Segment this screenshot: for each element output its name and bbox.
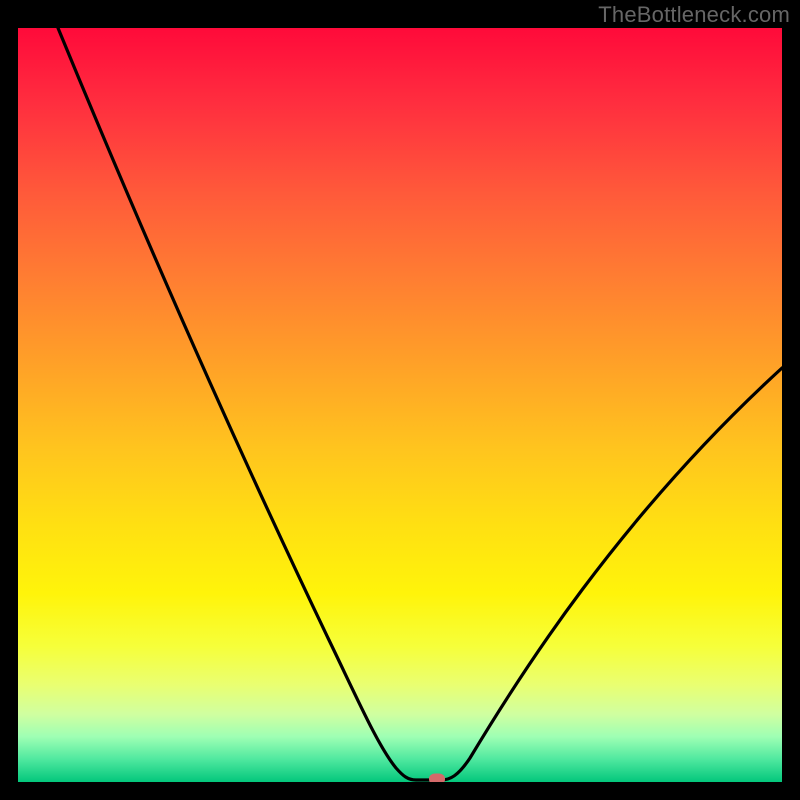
chart-container: TheBottleneck.com [0, 0, 800, 800]
curve-path [58, 28, 782, 780]
watermark-text: TheBottleneck.com [598, 2, 790, 28]
selected-point-marker [429, 774, 445, 783]
bottleneck-curve [18, 28, 782, 782]
plot-area [18, 28, 782, 782]
